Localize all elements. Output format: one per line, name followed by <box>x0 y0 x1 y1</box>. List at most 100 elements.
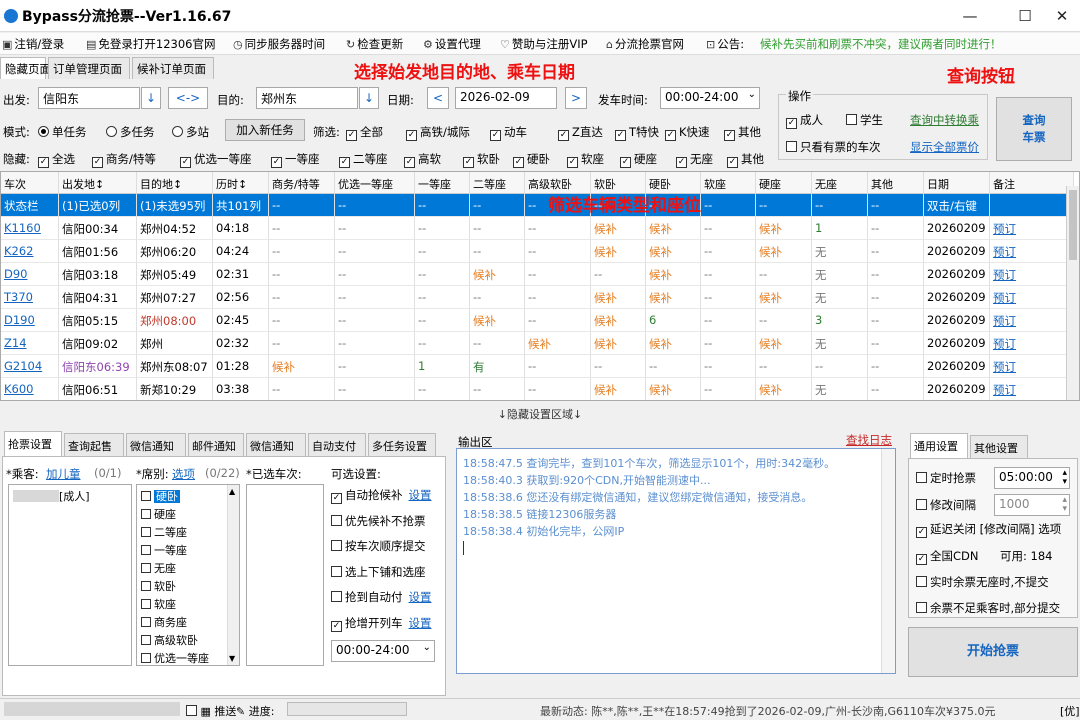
student-checkbox[interactable]: 学生 <box>846 112 883 128</box>
timer-value-input[interactable]: 05:00:00 ▴ ▾ <box>994 467 1070 489</box>
modify-interval-checkbox[interactable]: 修改间隔 <box>916 497 976 513</box>
table-cell[interactable]: T370 <box>1 286 59 309</box>
to-station-input[interactable]: 郑州东 <box>256 87 358 109</box>
push-checkbox[interactable]: ▦ 推送 <box>186 703 236 719</box>
add-task-button[interactable]: 加入新任务 <box>225 119 305 141</box>
table-row[interactable]: D190 信阳05:15 郑州08:00 02:45 -- -- -- 候补 -- 候补 6 -- --… <box>1 309 1074 332</box>
hide-checkbox[interactable]: ✓ 二等座 <box>339 151 388 168</box>
option-settings-link[interactable]: 设置 <box>409 488 432 502</box>
spinner-icon[interactable]: ▴ ▾ <box>1062 496 1067 514</box>
depart-time-select[interactable]: 00:00-24:00 ⌄ <box>660 87 760 109</box>
multi-task-radio[interactable]: 多任务 <box>106 124 155 140</box>
selected-trains-list[interactable] <box>246 484 324 666</box>
seat-type-item[interactable]: 软座 <box>139 595 227 612</box>
tab-order-management[interactable]: 订单管理页面 <box>48 57 130 79</box>
column-header[interactable]: 其他 <box>868 172 924 194</box>
table-cell[interactable]: K262 <box>1 240 59 263</box>
national-cdn-checkbox[interactable]: ✓ 全国CDN <box>916 548 979 565</box>
multi-station-radio[interactable]: 多站 <box>172 124 209 140</box>
table-cell[interactable]: 预订 <box>990 332 1074 355</box>
tab-other-settings[interactable]: 其他设置 <box>970 435 1028 458</box>
filter-checkbox[interactable]: ✓ K快速 <box>665 124 710 141</box>
seat-type-item[interactable]: 二等座 <box>139 523 227 540</box>
add-child-link[interactable]: 加儿童 <box>46 466 81 482</box>
option-checkbox[interactable]: 优先候补不抢票 <box>331 513 426 529</box>
partial-submit-checkbox[interactable]: 余票不足乘客时,部分提交 <box>916 600 1060 616</box>
column-header[interactable]: 目的地↕ <box>137 172 213 194</box>
table-row[interactable]: K1160 信阳00:34 郑州04:52 04:18 -- -- -- -- -- 候补 候补 --… <box>1 217 1074 240</box>
close-button[interactable]: ✕ <box>1045 4 1079 28</box>
query-tickets-button[interactable]: 查询 车票 <box>996 97 1072 161</box>
start-grab-button[interactable]: 开始抢票 <box>908 627 1078 677</box>
filter-checkbox[interactable]: ✓ 其他 <box>724 124 761 141</box>
table-row[interactable]: 状态栏 (1)已选0列 (1)未选95列 共101列 -- -- -- -- -- -- -- -- -… <box>1 194 1074 217</box>
option-checkbox[interactable]: 选上下铺和选座 <box>331 564 426 580</box>
only-ticket-checkbox[interactable]: 只看有票的车次 <box>786 139 881 155</box>
table-cell[interactable]: K600 <box>1 378 59 400</box>
spinner-icon[interactable]: ▴ ▾ <box>1062 469 1067 487</box>
menu-notice[interactable]: ⊡ 公告: <box>706 36 744 52</box>
menu-check-update[interactable]: ↻ 检查更新 <box>346 36 403 52</box>
settings-tab[interactable]: 自动支付 <box>308 433 366 456</box>
find-log-link[interactable]: 查找日志 <box>846 432 892 448</box>
menu-set-proxy[interactable]: ⚙ 设置代理 <box>423 36 481 52</box>
show-all-price-link[interactable]: 显示全部票价 <box>910 139 979 155</box>
settings-tab[interactable]: 抢票设置 <box>4 431 62 456</box>
table-row[interactable]: T370 信阳04:31 郑州07:27 02:56 -- -- -- -- -- 候补 候补 -- 候… <box>1 286 1074 309</box>
column-header[interactable]: 备注 <box>990 172 1074 194</box>
prev-date-button[interactable]: < <box>427 87 449 109</box>
swap-stations-button[interactable]: <-> <box>168 87 208 109</box>
option-checkbox[interactable]: ✓ 自动抢候补 设置 <box>331 487 432 504</box>
tab-general-settings[interactable]: 通用设置 <box>910 433 968 458</box>
scroll-up-icon[interactable]: ▲ <box>229 487 235 496</box>
passenger-item[interactable]: [成人] <box>11 487 92 504</box>
from-station-input[interactable]: 信阳东 <box>38 87 140 109</box>
table-cell[interactable]: K1160 <box>1 217 59 240</box>
table-cell[interactable]: D90 <box>1 263 59 286</box>
minimize-button[interactable]: — <box>950 4 990 28</box>
table-scrollbar[interactable] <box>1066 186 1079 400</box>
settings-tab[interactable]: 邮件通知 <box>188 433 244 456</box>
tab-waitlist-orders[interactable]: 候补订单页面 <box>132 57 214 79</box>
seat-type-item[interactable]: 软卧 <box>139 577 227 594</box>
settings-tab[interactable]: 查询起售 <box>64 433 124 456</box>
table-cell[interactable]: 预订 <box>990 355 1074 378</box>
filter-checkbox[interactable]: ✓ T特快 <box>615 124 659 141</box>
column-header[interactable]: 无座 <box>812 172 868 194</box>
table-row[interactable]: K600 信阳06:51 新郑10:29 03:38 -- -- -- -- -- 候补 候补 -- 候… <box>1 378 1074 400</box>
seat-type-item[interactable]: 一等座 <box>139 541 227 558</box>
option-checkbox[interactable]: 按车次顺序提交 <box>331 538 426 554</box>
table-cell[interactable]: 预订 <box>990 309 1074 332</box>
maximize-button[interactable]: ☐ <box>1005 4 1045 28</box>
filter-checkbox[interactable]: ✓ Z直达 <box>558 124 603 141</box>
hide-checkbox[interactable]: ✓ 一等座 <box>271 151 320 168</box>
delay-close-checkbox[interactable]: ✓ 延迟关闭 [修改间隔] 选项 <box>916 521 1061 538</box>
grab-time-select[interactable]: 00:00-24:00 ⌄ <box>331 640 435 662</box>
scrollbar-thumb[interactable] <box>1069 190 1077 260</box>
table-cell[interactable]: 状态栏 <box>1 194 59 217</box>
column-header[interactable]: 商务/特等 <box>269 172 335 194</box>
interval-value-input[interactable]: 1000 ▴ ▾ <box>994 494 1070 516</box>
table-row[interactable]: G2104 信阳东06:39 郑州东08:07 01:28 候补 -- 1 有 -- -- -- --… <box>1 355 1074 378</box>
settings-tab[interactable]: 多任务设置 <box>368 433 436 456</box>
table-cell[interactable]: 预订 <box>990 263 1074 286</box>
table-row[interactable]: D90 信阳03:18 郑州05:49 02:31 -- -- -- 候补 -- -- 候补 -- --… <box>1 263 1074 286</box>
filter-checkbox[interactable]: ✓ 高铁/城际 <box>406 124 470 141</box>
seat-list-scrollbar[interactable]: ▲ ▼ <box>227 485 239 665</box>
hide-checkbox[interactable]: ✓ 商务/特等 <box>92 151 156 168</box>
column-header[interactable]: 二等座 <box>470 172 525 194</box>
table-cell[interactable]: Z14 <box>1 332 59 355</box>
seat-type-list[interactable]: 硬卧 硬座 二等座 一等座 无座 软卧 软座 商务座 高级软卧 优选一等座 ▲ ▼ <box>136 484 240 666</box>
to-dropdown-button[interactable]: ↓ <box>359 87 379 109</box>
menu-sponsor-vip[interactable]: ♡ 赞助与注册VIP <box>500 36 588 52</box>
output-log-area[interactable]: 18:58:47.5 查询完毕，查到101个车次，筛选显示101个，用时:342… <box>456 448 896 674</box>
table-row[interactable]: Z14 信阳09:02 郑州 02:32 -- -- -- -- 候补 候补 候补 -- 候补无 -- 20… <box>1 332 1074 355</box>
option-checkbox[interactable]: 抢到自动付 设置 <box>331 589 432 605</box>
table-cell[interactable]: 预订 <box>990 240 1074 263</box>
seat-type-item[interactable]: 硬座 <box>139 505 227 522</box>
seat-options-link[interactable]: 选项 <box>172 466 195 482</box>
menu-open-12306[interactable]: ▤ 免登录打开12306官网 <box>86 36 216 52</box>
column-header[interactable]: 历时↕ <box>213 172 269 194</box>
table-cell[interactable]: D190 <box>1 309 59 332</box>
menu-login[interactable]: ▣ 注销/登录 <box>2 36 64 52</box>
